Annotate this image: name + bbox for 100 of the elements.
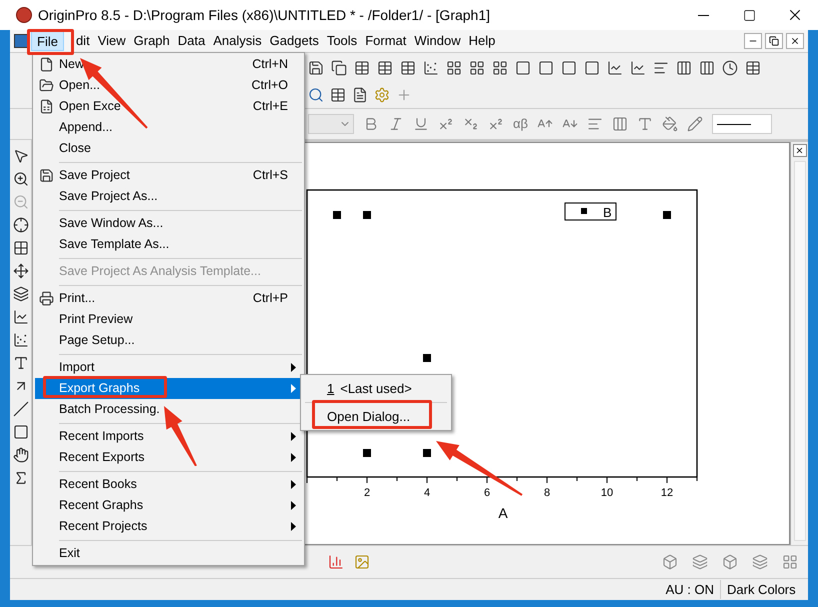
underline-icon[interactable] [413,116,429,132]
font-color-icon[interactable] [637,116,653,132]
menu-item[interactable]: Recent Projects [35,516,302,537]
menu-item[interactable]: Recent Books [35,474,302,495]
menu-item[interactable]: dit [76,31,90,51]
close-button[interactable] [792,144,806,157]
align-icon[interactable] [587,116,603,132]
menu-item[interactable]: Format [365,31,406,51]
move-icon[interactable] [12,263,28,279]
axis-tick-label: 12 [660,487,674,499]
menu-item[interactable]: Graph [134,31,170,51]
menu-item[interactable]: Open... Ctrl+O [35,75,302,96]
close-icon [795,146,804,155]
frame-icon[interactable] [561,60,577,76]
line-chart-icon[interactable] [12,309,28,325]
scatter-icon[interactable] [423,60,439,76]
line-chart-icon[interactable] [630,60,646,76]
gear-icon[interactable] [374,87,390,103]
clock-icon[interactable] [722,60,738,76]
menu-item[interactable]: Save Project Ctrl+S [35,165,302,186]
table-icon[interactable] [745,60,761,76]
menu-item[interactable]: Open Exce Ctrl+E [35,96,302,117]
superscript-icon[interactable] [438,116,454,132]
printer-icon [38,291,54,306]
text-icon[interactable] [12,355,28,371]
cube-icon[interactable] [722,554,738,570]
copy-icon[interactable] [331,60,347,76]
highlight-frame [27,29,74,55]
greek-button[interactable]: αβ [513,114,528,134]
menu-item[interactable]: Tools [326,31,358,51]
menu-item[interactable]: View [98,31,126,51]
menu-item[interactable]: Import [35,357,302,378]
notes-icon[interactable] [352,87,368,103]
grid-icon[interactable] [469,60,485,76]
window-title: OriginPro 8.5 - D:\Program Files (x86)\UNTITLED * - /Folder1/ - [Graph1] [38,6,490,25]
submenu-arrow-icon [291,480,296,489]
subscript-icon[interactable] [463,116,479,132]
line-style-dropdown[interactable] [712,114,772,134]
candlestick-icon[interactable] [328,554,344,570]
menu-item[interactable]: Page Setup... [35,330,302,351]
hand-icon[interactable] [12,447,28,463]
axis-tick-label: 8 [544,487,550,499]
frame-icon[interactable] [538,60,554,76]
data-point [363,211,371,219]
cube-icon[interactable] [662,554,678,570]
grid-icon[interactable] [492,60,508,76]
pencil-icon[interactable] [687,116,703,132]
menu-item[interactable]: Recent Exports [35,447,302,468]
data-point [423,354,431,362]
status-text: AU : ON [664,580,715,599]
save-icon[interactable] [308,60,324,76]
menu-item[interactable]: Print Preview [35,309,302,330]
grid-icon[interactable] [12,240,28,256]
submenu-arrow-icon [291,363,296,372]
menu-item[interactable]: Batch Processing. [35,399,302,420]
frame-icon[interactable] [584,60,600,76]
data-point [333,211,341,219]
image-icon[interactable] [354,554,370,570]
restore-button[interactable] [765,33,783,49]
menu-item[interactable]: Data [178,31,206,51]
data-point [423,449,431,457]
menu-item[interactable]: Close [35,138,302,159]
menu-item[interactable]: Save Template As... [35,234,302,255]
table-icon[interactable] [377,60,393,76]
table-icon[interactable] [354,60,370,76]
vertical-scrollbar[interactable] [794,161,806,541]
menu-item[interactable]: Help [468,31,496,51]
menu-item[interactable]: New Ctrl+N [35,54,302,75]
minimize-icon [698,14,708,16]
crosshair-icon[interactable] [12,217,28,233]
menu-item[interactable]: Gadgets [270,31,319,51]
menu-item[interactable]: File [31,31,64,51]
menu-item[interactable]: Recent Graphs [35,495,302,516]
menu-item[interactable]: 1 <Last used> [301,377,451,400]
line-icon[interactable] [12,401,28,417]
menu-item[interactable]: Window [414,31,461,51]
menu-item[interactable]: Save Window As... [35,213,302,234]
pointer-icon[interactable] [12,148,28,164]
zoom-in-icon[interactable] [12,171,28,187]
paint-bucket-icon[interactable] [662,116,678,132]
italic-icon[interactable] [388,116,404,132]
menu-item[interactable]: Print... Ctrl+P [35,288,302,309]
scatter-icon[interactable] [12,332,28,348]
menu-item[interactable]: Exit [35,543,302,564]
layers-icon[interactable] [12,286,28,302]
columns-icon[interactable] [699,60,715,76]
menu-item[interactable]: Save Project As... [35,186,302,207]
table-icon[interactable] [330,87,346,103]
search-icon[interactable] [308,87,324,103]
table-icon[interactable] [400,60,416,76]
menu-item[interactable]: Analysis [213,31,262,51]
columns-icon[interactable] [676,60,692,76]
line-chart-icon[interactable] [607,60,623,76]
menu-item[interactable]: Recent Imports [35,426,302,447]
frame-icon[interactable] [515,60,531,76]
rectangle-icon[interactable] [12,424,28,440]
minimize-button[interactable] [744,33,762,49]
super-subscript-icon[interactable] [488,116,504,132]
grid-icon[interactable] [446,60,462,76]
menu-item[interactable]: Append... [35,117,302,138]
